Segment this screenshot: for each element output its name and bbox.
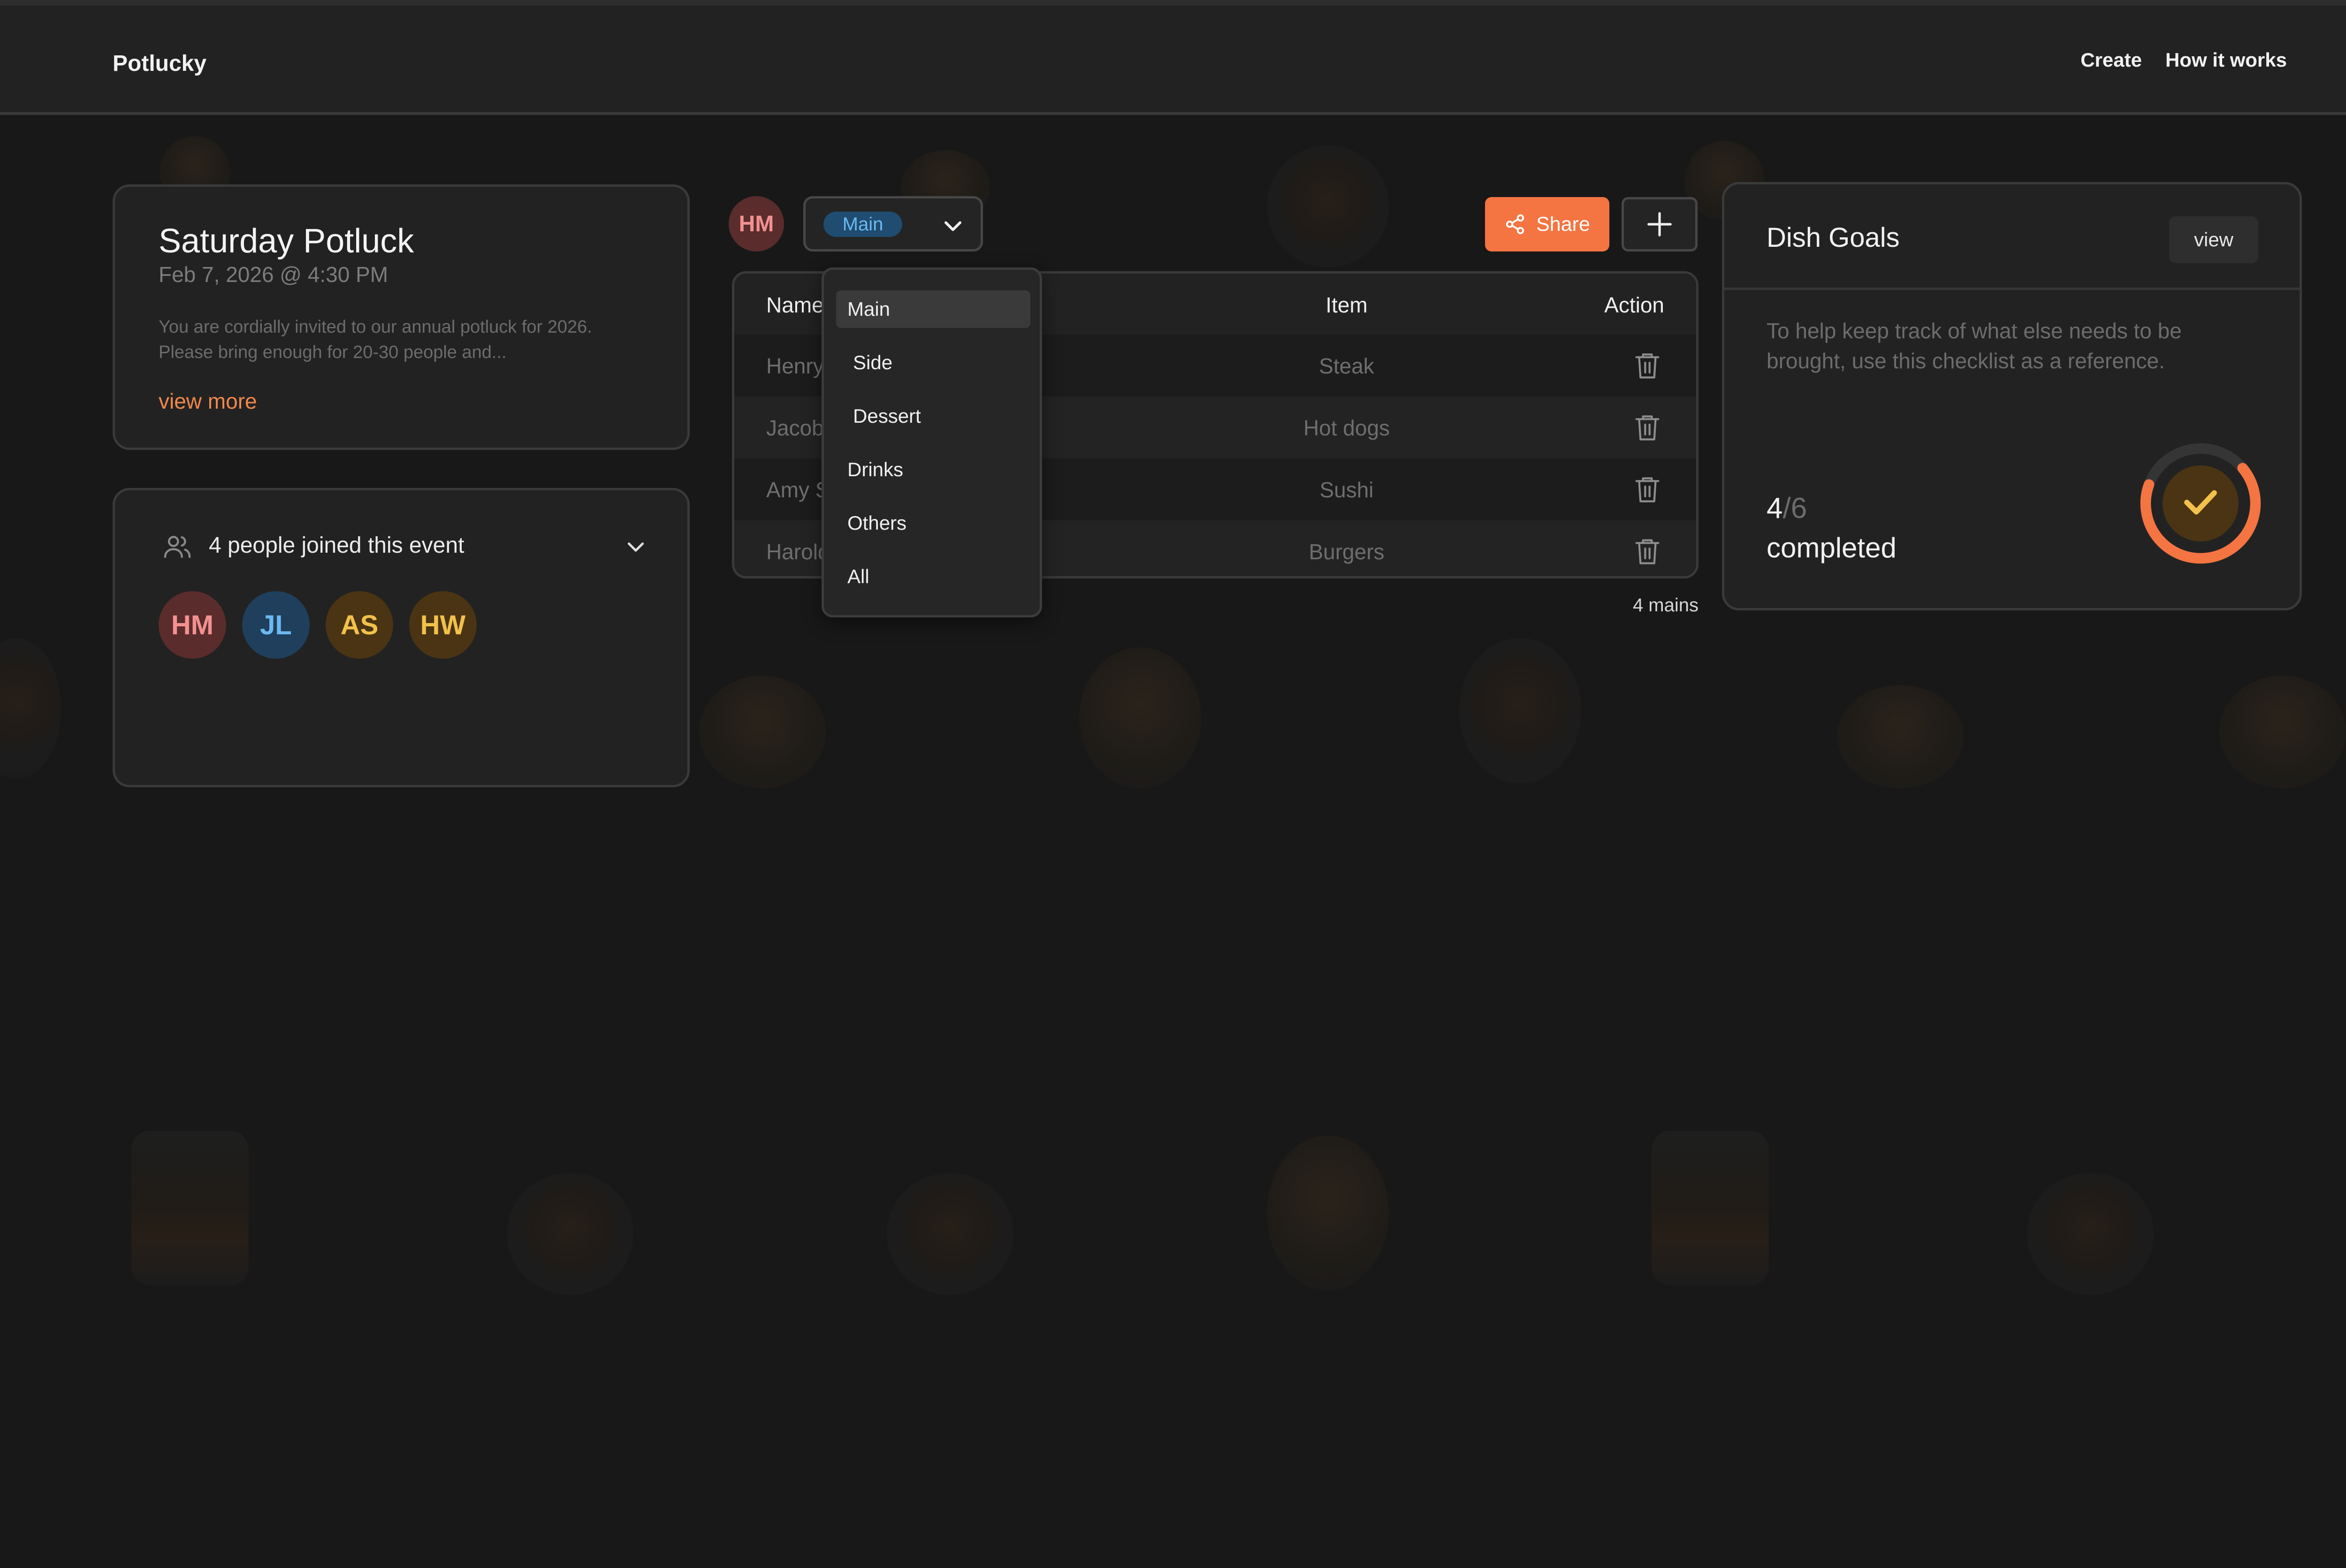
background-decoration (131, 1131, 249, 1286)
view-goals-button[interactable]: view (2169, 216, 2258, 263)
completed-label: completed (1767, 532, 1897, 563)
trash-icon[interactable] (1634, 413, 1660, 442)
nav-create-link[interactable]: Create (2080, 49, 2142, 71)
event-title: Saturday Potluck (159, 222, 414, 260)
background-decoration (1267, 145, 1389, 267)
dropdown-option-dessert[interactable]: Dessert (836, 397, 1030, 435)
add-dish-button[interactable] (1622, 197, 1698, 251)
people-joined-text: 4 people joined this event (209, 533, 465, 558)
background-decoration (507, 1173, 633, 1295)
header: Potlucky Create How it works (0, 6, 2346, 115)
dish-goals-title: Dish Goals (1767, 222, 1900, 253)
divider (1724, 288, 2300, 290)
avatar[interactable]: HM (159, 591, 226, 659)
background-decoration (2027, 1173, 2154, 1295)
background-decoration (1652, 1131, 1769, 1286)
background-decoration (0, 638, 61, 779)
background-decoration (1837, 685, 1964, 788)
category-select[interactable]: Main (803, 196, 983, 251)
event-description: You are cordially invited to our annual … (159, 317, 592, 362)
event-date: Feb 7, 2026 @ 4:30 PM (159, 262, 388, 287)
plus-icon (1647, 212, 1672, 236)
dropdown-option-side[interactable]: Side (836, 344, 1030, 381)
nav: Create How it works (2080, 49, 2287, 71)
view-more-link[interactable]: view more (159, 388, 257, 414)
avatar[interactable]: HW (409, 591, 477, 659)
dish-goals-card: Dish Goals view To help keep track of wh… (1722, 182, 2302, 610)
background-decoration (1079, 647, 1201, 788)
trash-icon[interactable] (1634, 475, 1660, 504)
avatar[interactable]: JL (242, 591, 310, 659)
event-card: Saturday Potluck Feb 7, 2026 @ 4:30 PM Y… (113, 184, 690, 450)
trash-icon[interactable] (1634, 537, 1660, 566)
dropdown-option-others[interactable]: Others (836, 504, 1030, 542)
progress-ring-center (2163, 465, 2239, 541)
background-decoration (699, 676, 826, 788)
avatar[interactable]: AS (326, 591, 393, 659)
attendee-avatars: HM JL AS HW (159, 591, 477, 659)
background-decoration (2219, 676, 2346, 788)
background-decoration (1267, 1135, 1389, 1290)
top-border (0, 0, 2346, 6)
trash-icon[interactable] (1634, 351, 1660, 381)
completed-count: 4 (1767, 492, 1783, 525)
dish-goals-description: To help keep track of what else needs to… (1767, 319, 2182, 373)
goals-progress-count: 4/6 (1767, 492, 1807, 525)
progress-ring (2140, 443, 2261, 564)
share-icon (1506, 214, 1524, 235)
selected-category-pill: Main (823, 212, 902, 237)
goals-count-separator: / (1782, 492, 1791, 525)
chevron-down-icon[interactable] (624, 535, 647, 558)
total-count: 6 (1790, 492, 1807, 525)
people-icon (164, 536, 191, 558)
dropdown-option-all[interactable]: All (836, 558, 1030, 595)
brand-logo[interactable]: Potlucky (113, 51, 206, 76)
nav-how-it-works-link[interactable]: How it works (2165, 49, 2287, 71)
people-card: 4 people joined this event HM JL AS HW (113, 488, 690, 787)
chevron-down-icon (944, 221, 961, 231)
page: Potlucky Create How it works Saturday Po… (0, 0, 2346, 1568)
dropdown-option-drinks[interactable]: Drinks (836, 451, 1030, 488)
background-decoration (887, 1173, 1013, 1295)
share-button[interactable]: Share (1485, 197, 1609, 251)
dish-count-label: 4 mains (1632, 595, 1699, 616)
category-dropdown-menu: Main Side Dessert Drinks Others All (822, 267, 1042, 617)
column-header-action: Action (1604, 293, 1664, 317)
owner-avatar[interactable]: HM (729, 196, 784, 251)
share-label: Share (1536, 213, 1590, 236)
background-decoration (1459, 638, 1581, 784)
dropdown-option-main[interactable]: Main (836, 290, 1030, 328)
